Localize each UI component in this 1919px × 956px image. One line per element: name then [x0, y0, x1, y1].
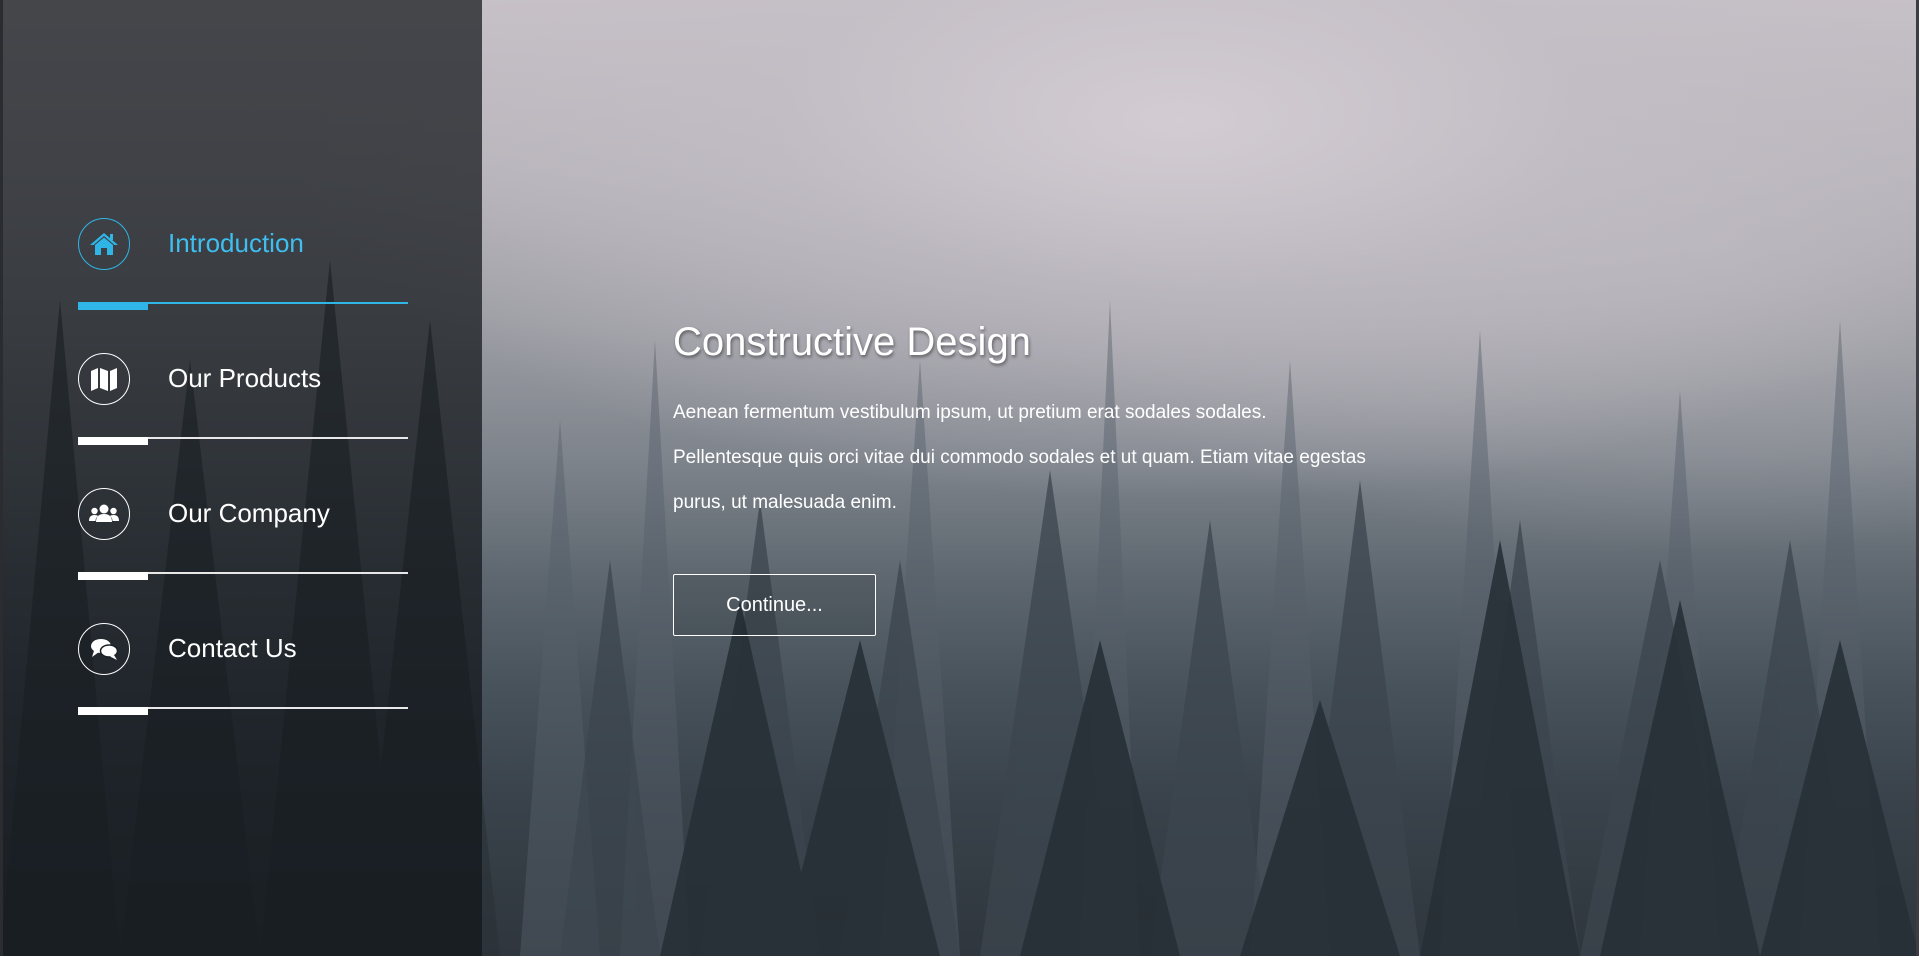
users-icon — [78, 488, 130, 540]
indicator — [78, 437, 148, 445]
sidebar-item-label: Contact Us — [168, 633, 297, 663]
sidebar-item-our-company[interactable]: Our Company — [78, 488, 408, 588]
sidebar-item-introduction[interactable]: Introduction — [78, 218, 408, 318]
home-icon — [78, 218, 130, 270]
sidebar-item-label: Our Company — [168, 498, 330, 528]
main-content: Constructive Design Aenean fermentum ves… — [673, 318, 1393, 525]
indicator — [78, 707, 148, 715]
window-edge — [0, 0, 3, 956]
page-title: Constructive Design — [673, 320, 1031, 364]
intro-paragraph: Aenean fermentum vestibulum ipsum, ut pr… — [673, 402, 1366, 513]
page: Introduction Our Products Our Company Co… — [0, 0, 1919, 956]
sidebar: Introduction Our Products Our Company Co… — [0, 0, 482, 956]
active-indicator — [78, 302, 148, 310]
sidebar-item-our-products[interactable]: Our Products — [78, 353, 408, 453]
sidebar-item-label: Introduction — [168, 228, 304, 258]
sidebar-item-label: Our Products — [168, 363, 322, 393]
map-icon — [78, 353, 130, 405]
sidebar-item-contact-us[interactable]: Contact Us — [78, 623, 408, 723]
indicator — [78, 572, 148, 580]
comments-icon — [78, 623, 130, 675]
continue-button[interactable]: Continue... — [673, 574, 876, 636]
